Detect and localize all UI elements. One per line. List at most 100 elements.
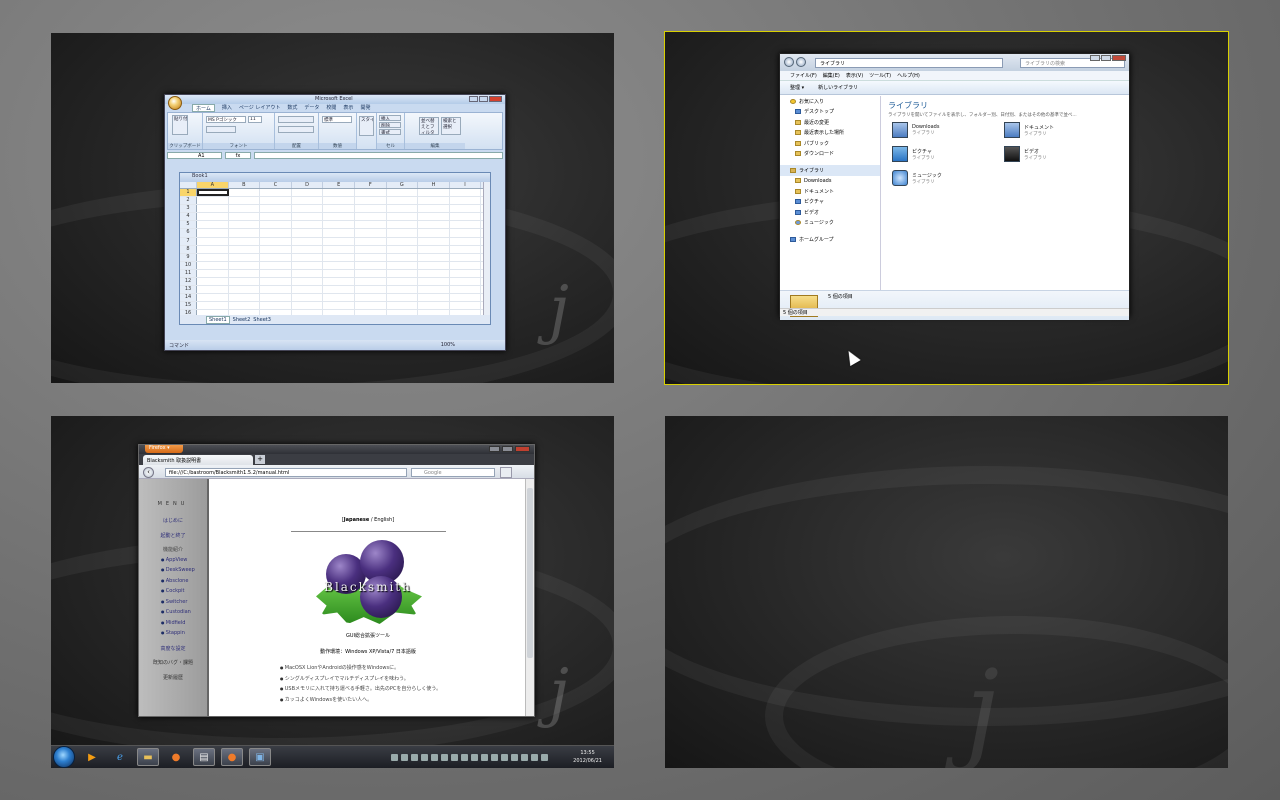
cell[interactable]: [260, 253, 292, 261]
cell[interactable]: [450, 245, 482, 253]
cell[interactable]: [323, 205, 355, 213]
cell[interactable]: [292, 229, 324, 237]
cell[interactable]: [418, 237, 450, 245]
cell[interactable]: [418, 278, 450, 286]
cell[interactable]: [323, 237, 355, 245]
cell[interactable]: [197, 221, 229, 229]
nav-recent-changes[interactable]: 最近の変更: [780, 117, 880, 128]
cell[interactable]: [260, 294, 292, 302]
cell[interactable]: [229, 253, 261, 261]
cell[interactable]: [292, 302, 324, 310]
explorer-taskbar-icon[interactable]: ▬: [137, 748, 159, 766]
cell[interactable]: [323, 278, 355, 286]
cell[interactable]: [418, 294, 450, 302]
firefox-active-taskbar-icon[interactable]: ●: [221, 748, 243, 766]
nav-public[interactable]: パブリック: [780, 138, 880, 149]
column-header[interactable]: E: [323, 182, 355, 188]
excel-window[interactable]: Microsoft Excel ホーム 挿入 ページ レイアウト 数式 データ …: [164, 94, 506, 351]
column-header[interactable]: C: [260, 182, 292, 188]
cell[interactable]: [450, 253, 482, 261]
cell[interactable]: [387, 229, 419, 237]
row-header[interactable]: 7: [180, 237, 197, 245]
sheet-tab-1[interactable]: Sheet1: [206, 315, 230, 324]
nav-libraries[interactable]: ライブラリ: [780, 165, 880, 176]
cell[interactable]: [260, 189, 292, 197]
menu-file[interactable]: ファイル(F): [790, 72, 817, 79]
column-header[interactable]: H: [418, 182, 450, 188]
tab-insert[interactable]: 挿入: [222, 104, 232, 112]
cell[interactable]: [229, 269, 261, 278]
cell[interactable]: [197, 294, 229, 302]
paste-button[interactable]: 貼り付け: [172, 115, 188, 135]
column-header[interactable]: G: [387, 182, 419, 188]
cell[interactable]: [323, 245, 355, 253]
cell[interactable]: [450, 269, 482, 278]
cell[interactable]: [292, 237, 324, 245]
cell[interactable]: [260, 221, 292, 229]
row-header[interactable]: 9: [180, 253, 197, 261]
cell[interactable]: [229, 302, 261, 310]
cell[interactable]: [450, 213, 482, 221]
cell[interactable]: [450, 221, 482, 229]
minimize-button[interactable]: [489, 446, 500, 452]
cell[interactable]: [229, 237, 261, 245]
cell[interactable]: [450, 261, 482, 269]
cell[interactable]: [323, 221, 355, 229]
cell[interactable]: [323, 294, 355, 302]
menu-link-start-exit[interactable]: 起動と終了: [139, 532, 207, 543]
menu-edit[interactable]: 編集(E): [823, 72, 840, 79]
cell[interactable]: [197, 269, 229, 278]
cell[interactable]: [355, 229, 387, 237]
cell[interactable]: [355, 213, 387, 221]
tab-home[interactable]: ホーム: [192, 104, 215, 112]
cell[interactable]: [387, 205, 419, 213]
cell[interactable]: [229, 286, 261, 294]
workspace-4[interactable]: j: [665, 416, 1228, 768]
menu-link-advanced[interactable]: 高度な設定: [139, 645, 207, 656]
cell[interactable]: [450, 302, 482, 310]
workspace-1[interactable]: j Microsoft Excel ホーム 挿入 ページ レイアウト 数式 デー…: [51, 33, 614, 383]
office-button-icon[interactable]: [168, 96, 182, 110]
back-icon[interactable]: ‹: [143, 467, 154, 478]
browser-tab[interactable]: Blacksmith 取扱説明書: [143, 455, 253, 465]
library-item-videos[interactable]: ビデオ ライブラリ: [1004, 146, 1114, 166]
menu-help[interactable]: ヘルプ(H): [897, 72, 920, 79]
cell[interactable]: [387, 245, 419, 253]
style-button[interactable]: スタイル: [359, 116, 374, 136]
cell[interactable]: [418, 205, 450, 213]
tray-icon[interactable]: [451, 753, 458, 761]
cell[interactable]: [355, 286, 387, 294]
sheet-tab-3[interactable]: Sheet3: [253, 317, 271, 323]
row-header[interactable]: 8: [180, 245, 197, 253]
nav-lib-documents[interactable]: ドキュメント: [780, 186, 880, 197]
cell[interactable]: [260, 269, 292, 278]
cell[interactable]: [450, 197, 482, 205]
bold-italic-underline[interactable]: [206, 126, 236, 133]
nav-lib-downloads[interactable]: Downloads: [780, 176, 880, 187]
cell[interactable]: [450, 294, 482, 302]
nav-homegroup[interactable]: ホームグループ: [780, 234, 880, 245]
cell[interactable]: [229, 189, 261, 197]
maximize-button[interactable]: [1101, 55, 1111, 61]
feature-link[interactable]: DeskSweep: [139, 567, 207, 578]
new-library-button[interactable]: 新しいライブラリ: [818, 84, 858, 91]
cell[interactable]: [450, 286, 482, 294]
cell[interactable]: [355, 261, 387, 269]
zoom-level[interactable]: 100%: [441, 342, 455, 348]
new-tab-button[interactable]: +: [255, 455, 265, 464]
menu-view[interactable]: 表示(V): [846, 72, 863, 79]
cell[interactable]: [197, 245, 229, 253]
cell[interactable]: [387, 221, 419, 229]
cell[interactable]: [387, 261, 419, 269]
cell[interactable]: [292, 294, 324, 302]
tray-icon[interactable]: [441, 753, 448, 761]
tab-view[interactable]: 表示: [343, 104, 353, 112]
menu-link-changelog[interactable]: 更新履歴: [139, 674, 207, 685]
row-header[interactable]: 5: [180, 221, 197, 229]
vertical-scrollbar[interactable]: [525, 479, 534, 716]
minimize-button[interactable]: [1090, 55, 1100, 61]
cell[interactable]: [292, 261, 324, 269]
feature-link[interactable]: Cockpit: [139, 588, 207, 599]
tray-icon[interactable]: [391, 753, 398, 761]
cell[interactable]: [355, 197, 387, 205]
